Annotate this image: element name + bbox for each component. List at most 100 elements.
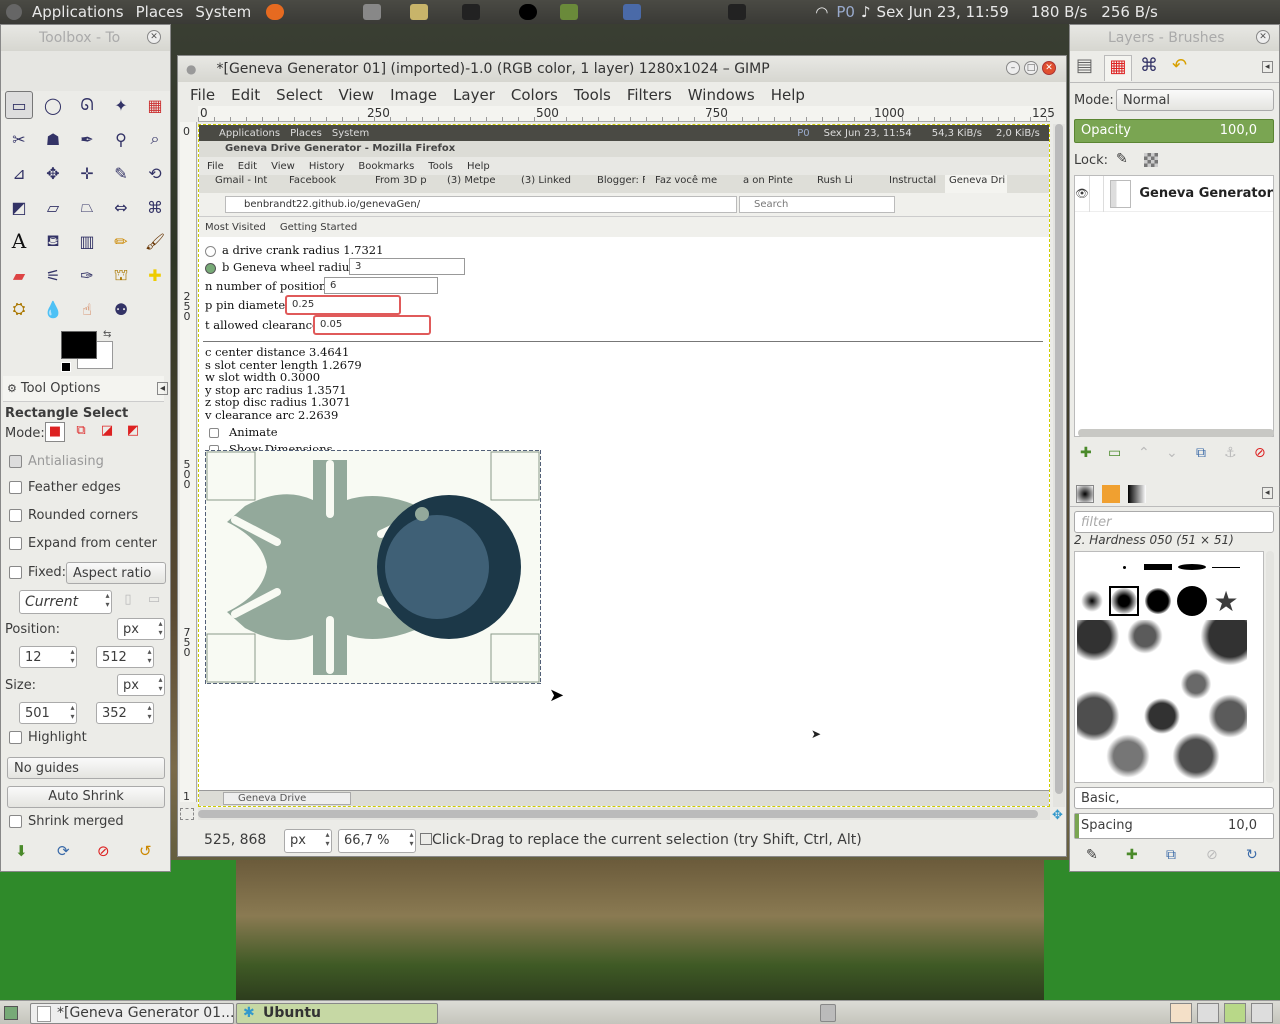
fixed-ratio-input[interactable]: Current (19, 590, 112, 614)
terminal-launcher-icon[interactable] (462, 4, 481, 20)
rect-select-tool-icon[interactable]: ▭ (5, 91, 33, 119)
brush-item[interactable] (1211, 552, 1241, 582)
network-up-rate[interactable]: 256 B/s (1101, 3, 1158, 21)
expand-center-checkbox[interactable]: Expand from center (9, 536, 157, 551)
size-height-input[interactable]: 352 (96, 702, 154, 724)
toolbox-titlebar[interactable]: Toolbox - To ✕ (1, 25, 170, 51)
menu-help[interactable]: Help (763, 86, 813, 104)
brushes-tab-icon[interactable] (1076, 485, 1094, 503)
mode-intersect-icon[interactable]: ◩ (123, 422, 143, 442)
configure-tab-icon[interactable]: ◂ (1262, 487, 1273, 499)
workspace-2-icon[interactable] (1197, 1003, 1219, 1023)
color-select-tool-icon[interactable]: ▦ (141, 91, 169, 119)
flip-tool-icon[interactable]: ⇔ (107, 193, 135, 221)
brush-preset-combo[interactable]: Basic, (1074, 787, 1274, 809)
refresh-brushes-icon[interactable]: ↻ (1246, 847, 1258, 863)
paintbrush-tool-icon[interactable]: 🖌 (141, 227, 169, 255)
show-desktop-icon[interactable] (4, 1006, 18, 1020)
monitor-launcher-icon[interactable] (560, 4, 579, 20)
close-window-icon[interactable]: ✕ (1042, 61, 1056, 75)
layers-titlebar[interactable]: Layers - Brushes ✕ (1070, 25, 1279, 51)
align-tool-icon[interactable]: ✛ (73, 159, 101, 187)
rotate-tool-icon[interactable]: ⟲ (141, 159, 169, 187)
quick-mask-icon[interactable] (180, 808, 194, 820)
maximize-icon[interactable]: □ (1024, 61, 1038, 75)
image-canvas[interactable]: Applications Places System P0 Sex Jun 23… (198, 124, 1050, 807)
delete-options-icon[interactable]: ⊘ (97, 842, 110, 860)
menu-colors[interactable]: Colors (503, 86, 566, 104)
ellipse-select-tool-icon[interactable]: ◯ (39, 91, 67, 119)
menu-tools[interactable]: Tools (566, 86, 619, 104)
blend-tool-icon[interactable]: ▥ (73, 227, 101, 255)
vertical-scrollbar[interactable] (1053, 124, 1065, 807)
menu-view[interactable]: View (330, 86, 382, 104)
fixed-mode-combo[interactable]: Aspect ratio (66, 562, 166, 584)
bucket-fill-tool-icon[interactable]: ⛾ (39, 227, 67, 255)
brush-item[interactable] (1177, 552, 1207, 582)
edit-brush-icon[interactable]: ✎ (1086, 847, 1098, 863)
position-x-input[interactable]: 12 (19, 646, 77, 668)
volume-icon[interactable]: ♪ (861, 3, 871, 21)
cage-tool-icon[interactable]: ⌘ (141, 193, 169, 221)
swap-colors-icon[interactable]: ⇆ (103, 329, 111, 340)
new-group-icon[interactable]: ▭ (1108, 445, 1121, 461)
lower-layer-icon[interactable]: ⌄ (1166, 445, 1178, 461)
raise-layer-icon[interactable]: ⌃ (1138, 445, 1150, 461)
tool-options-tab[interactable]: ⚙ Tool Options ◂ (3, 376, 168, 402)
brush-item[interactable] (1177, 586, 1207, 616)
gradients-tab-icon[interactable] (1128, 485, 1146, 503)
delete-brush-icon[interactable]: ⊘ (1206, 847, 1218, 863)
pencil-tool-icon[interactable]: ✏ (107, 227, 135, 255)
fixed-checkbox[interactable]: Fixed: (9, 565, 66, 580)
dodge-burn-tool-icon[interactable]: ⚉ (107, 295, 135, 323)
workspace-firefox-icon[interactable] (1170, 1003, 1192, 1023)
layers-scrollbar[interactable] (1078, 429, 1274, 437)
brush-item[interactable] (1077, 586, 1107, 616)
size-unit-select[interactable]: px (117, 674, 165, 696)
auto-shrink-button[interactable]: Auto Shrink (7, 786, 165, 808)
duplicate-brush-icon[interactable]: ⧉ (1166, 847, 1176, 863)
airbrush-tool-icon[interactable]: ⚟ (39, 261, 67, 289)
menu-filters[interactable]: Filters (619, 86, 680, 104)
cancel-icon[interactable] (420, 833, 432, 845)
system-menu[interactable]: System (189, 3, 257, 21)
brush-item[interactable] (1143, 552, 1173, 582)
highlight-checkbox[interactable]: Highlight (9, 730, 87, 745)
smudge-tool-icon[interactable]: ☝ (73, 295, 101, 323)
opacity-slider[interactable]: Opacity 100,0 (1074, 119, 1274, 143)
fuzzy-select-tool-icon[interactable]: ✦ (107, 91, 135, 119)
size-width-input[interactable]: 501 (19, 702, 77, 724)
channels-tab-icon[interactable]: ▦ (1104, 55, 1132, 81)
chain-icon[interactable] (1088, 175, 1105, 212)
reset-options-icon[interactable]: ↺ (139, 842, 152, 860)
network-down-rate[interactable]: 180 B/s (1031, 3, 1088, 21)
close-icon[interactable]: ✕ (147, 30, 161, 44)
zoom-tool-icon[interactable]: ⌕ (141, 125, 169, 153)
mode-add-icon[interactable]: ⧉ (71, 422, 91, 442)
configure-tab-icon[interactable]: ◂ (156, 382, 168, 395)
heal-tool-icon[interactable]: ✚ (141, 261, 169, 289)
folder-launcher-icon[interactable] (410, 4, 429, 20)
taskbar-gimp-window[interactable]: *[Geneva Generator 01... (30, 1003, 234, 1024)
duplicate-layer-icon[interactable]: ⧉ (1196, 445, 1206, 461)
layer-thumbnail[interactable] (1110, 179, 1132, 208)
mode-replace-icon[interactable]: ■ (45, 422, 65, 442)
scissors-tool-icon[interactable]: ✂ (5, 125, 33, 153)
measure-tool-icon[interactable]: ⊿ (5, 159, 33, 187)
trash-icon[interactable] (820, 1004, 836, 1022)
horizontal-scrollbar[interactable] (198, 808, 1050, 820)
clone-tool-icon[interactable]: ⛫ (107, 261, 135, 289)
window-menu-icon[interactable]: ● (186, 62, 196, 76)
blur-tool-icon[interactable]: 💧 (39, 295, 67, 323)
minimize-icon[interactable]: – (1006, 61, 1020, 75)
layer-row[interactable]: 👁 Geneva Generator (1075, 175, 1273, 212)
workspace-4-icon[interactable] (1251, 1003, 1273, 1023)
menu-file[interactable]: File (182, 86, 223, 104)
zoom-select[interactable]: 66,7 % (338, 829, 416, 853)
new-brush-icon[interactable]: ✚ (1126, 847, 1138, 863)
layers-tab-icon[interactable]: ▤ (1076, 55, 1093, 76)
calculator-launcher-icon[interactable] (623, 4, 642, 20)
wifi-icon[interactable]: ◠ (815, 3, 828, 21)
unit-select[interactable]: px (284, 829, 332, 853)
horizontal-scrollbar-thumb[interactable] (198, 810, 1038, 818)
